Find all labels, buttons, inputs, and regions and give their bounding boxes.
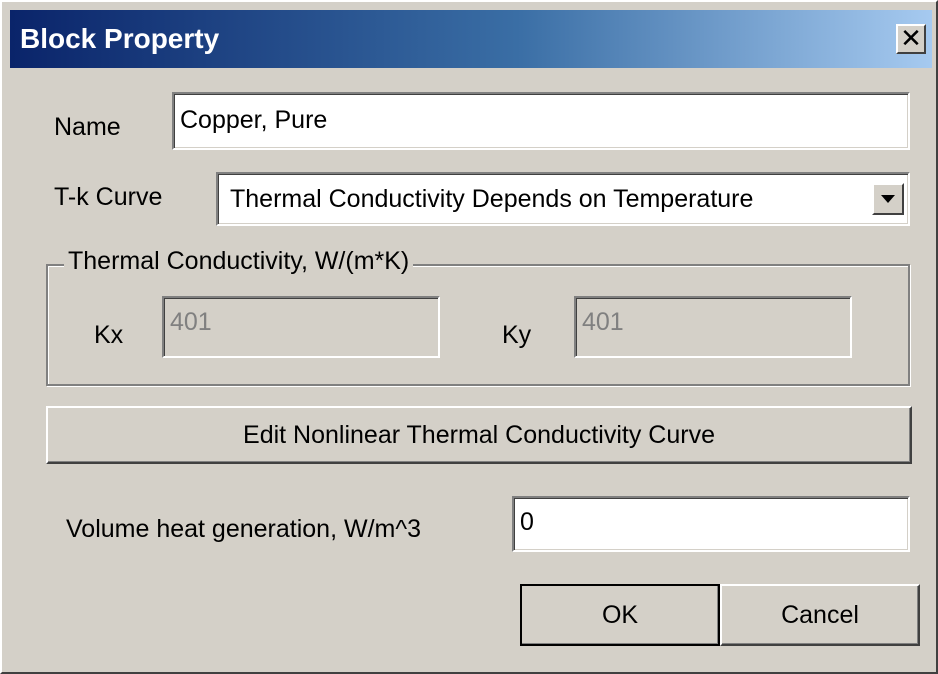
edit-nonlinear-curve-button[interactable]: Edit Nonlinear Thermal Conductivity Curv…: [46, 406, 912, 464]
name-input[interactable]: Copper, Pure: [172, 92, 910, 150]
cancel-button[interactable]: Cancel: [720, 584, 920, 646]
kx-label: Kx: [94, 321, 124, 349]
ok-button[interactable]: OK: [520, 584, 720, 646]
close-button[interactable]: ✕: [896, 24, 926, 54]
window-title: Block Property: [20, 23, 220, 54]
name-label: Name: [54, 113, 121, 141]
title-bar[interactable]: Block Property ✕: [10, 10, 932, 68]
tk-curve-select[interactable]: Thermal Conductivity Depends on Temperat…: [216, 172, 910, 226]
ky-label: Ky: [502, 321, 532, 349]
edit-nonlinear-curve-label: Edit Nonlinear Thermal Conductivity Curv…: [243, 421, 715, 449]
kx-input-value: 401: [170, 308, 212, 336]
cancel-button-label: Cancel: [781, 601, 859, 629]
tk-curve-selected-value: Thermal Conductivity Depends on Temperat…: [230, 185, 754, 213]
heat-generation-label: Volume heat generation, W/m^3: [66, 515, 421, 543]
heat-generation-value: 0: [520, 508, 534, 536]
tk-curve-label: T-k Curve: [54, 183, 163, 211]
ky-input-value: 401: [582, 308, 624, 336]
heat-generation-input[interactable]: 0: [512, 496, 910, 552]
ok-button-label: OK: [601, 601, 639, 629]
ky-input: 401: [574, 296, 852, 358]
kx-input: 401: [162, 296, 440, 358]
thermal-conductivity-group-title: Thermal Conductivity, W/(m*K): [64, 246, 414, 276]
name-input-value: Copper, Pure: [180, 106, 328, 134]
chevron-down-icon[interactable]: [872, 183, 904, 215]
close-icon: ✕: [900, 23, 922, 53]
block-property-dialog: Block Property ✕ Name Copper, Pure T-k C…: [0, 0, 938, 674]
